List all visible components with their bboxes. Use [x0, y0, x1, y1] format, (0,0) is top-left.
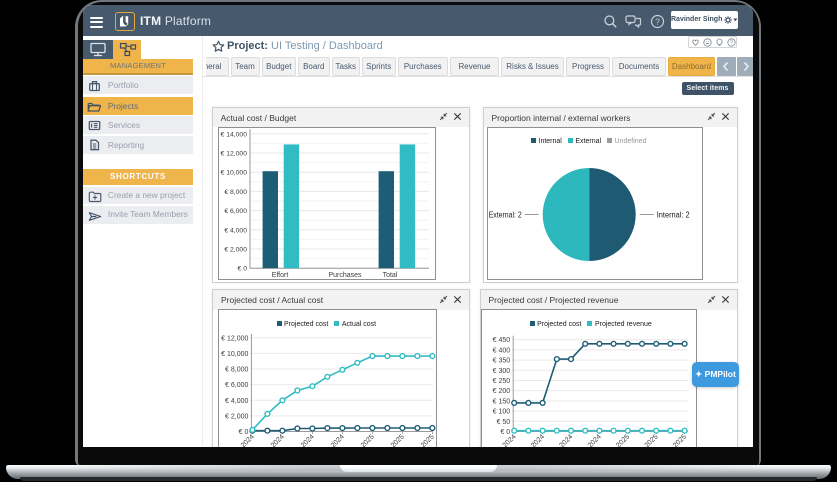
svg-text:2025: 2025	[420, 433, 436, 447]
svg-text:2025: 2025	[360, 433, 376, 447]
svg-text:€ 300: € 300	[493, 367, 511, 374]
svg-text:€ 100: € 100	[493, 408, 511, 415]
svg-text:€ 14,000: € 14,000	[221, 131, 248, 138]
svg-text:Internal: 2: Internal: 2	[657, 211, 691, 220]
svg-text:€ 200: € 200	[493, 388, 511, 395]
svg-text:€ 4,000: € 4,000	[225, 397, 248, 404]
svg-text:€ 6,000: € 6,000	[225, 382, 248, 389]
svg-text:2025: 2025	[390, 433, 406, 447]
svg-text:?: ?	[730, 41, 733, 47]
svg-text:€ 0: € 0	[238, 266, 248, 273]
svg-text:€ 12,000: € 12,000	[221, 151, 248, 158]
svg-text:€ 2,000: € 2,000	[224, 247, 247, 254]
svg-text:€ 0: € 0	[239, 429, 249, 436]
svg-text:?: ?	[655, 16, 660, 26]
svg-text:2024: 2024	[300, 433, 316, 447]
svg-text:2024: 2024	[558, 433, 574, 447]
svg-text:€ 400: € 400	[493, 347, 511, 354]
svg-text:€ 8,000: € 8,000	[225, 366, 248, 373]
svg-text:€ 10,000: € 10,000	[221, 170, 248, 177]
svg-text:€ 450: € 450	[493, 337, 511, 344]
svg-text:2024: 2024	[330, 433, 346, 447]
svg-text:2025: 2025	[615, 433, 631, 447]
svg-text:€ 250: € 250	[493, 378, 511, 385]
svg-text:2024: 2024	[587, 433, 603, 447]
svg-text:€ 10,000: € 10,000	[221, 350, 248, 357]
svg-text:Purchases: Purchases	[328, 272, 362, 279]
svg-text:€ 4,000: € 4,000	[224, 227, 247, 234]
svg-text:€ 350: € 350	[493, 357, 511, 364]
svg-text:2025: 2025	[672, 433, 688, 447]
svg-text:2024: 2024	[530, 433, 546, 447]
svg-text:€ 2,000: € 2,000	[225, 413, 248, 420]
svg-text:Total: Total	[383, 272, 398, 279]
svg-text:€ 6,000: € 6,000	[224, 208, 247, 215]
svg-text:€ 8,000: € 8,000	[224, 189, 247, 196]
svg-text:€ 150: € 150	[493, 398, 511, 405]
svg-text:€ 50: € 50	[497, 418, 511, 425]
svg-text:External: 2: External: 2	[489, 211, 522, 220]
svg-text:€ 0: € 0	[500, 429, 510, 436]
svg-text:2024: 2024	[270, 433, 286, 447]
svg-text:2025: 2025	[644, 433, 660, 447]
svg-text:€ 12,000: € 12,000	[221, 335, 248, 342]
svg-text:Effort: Effort	[272, 272, 289, 279]
